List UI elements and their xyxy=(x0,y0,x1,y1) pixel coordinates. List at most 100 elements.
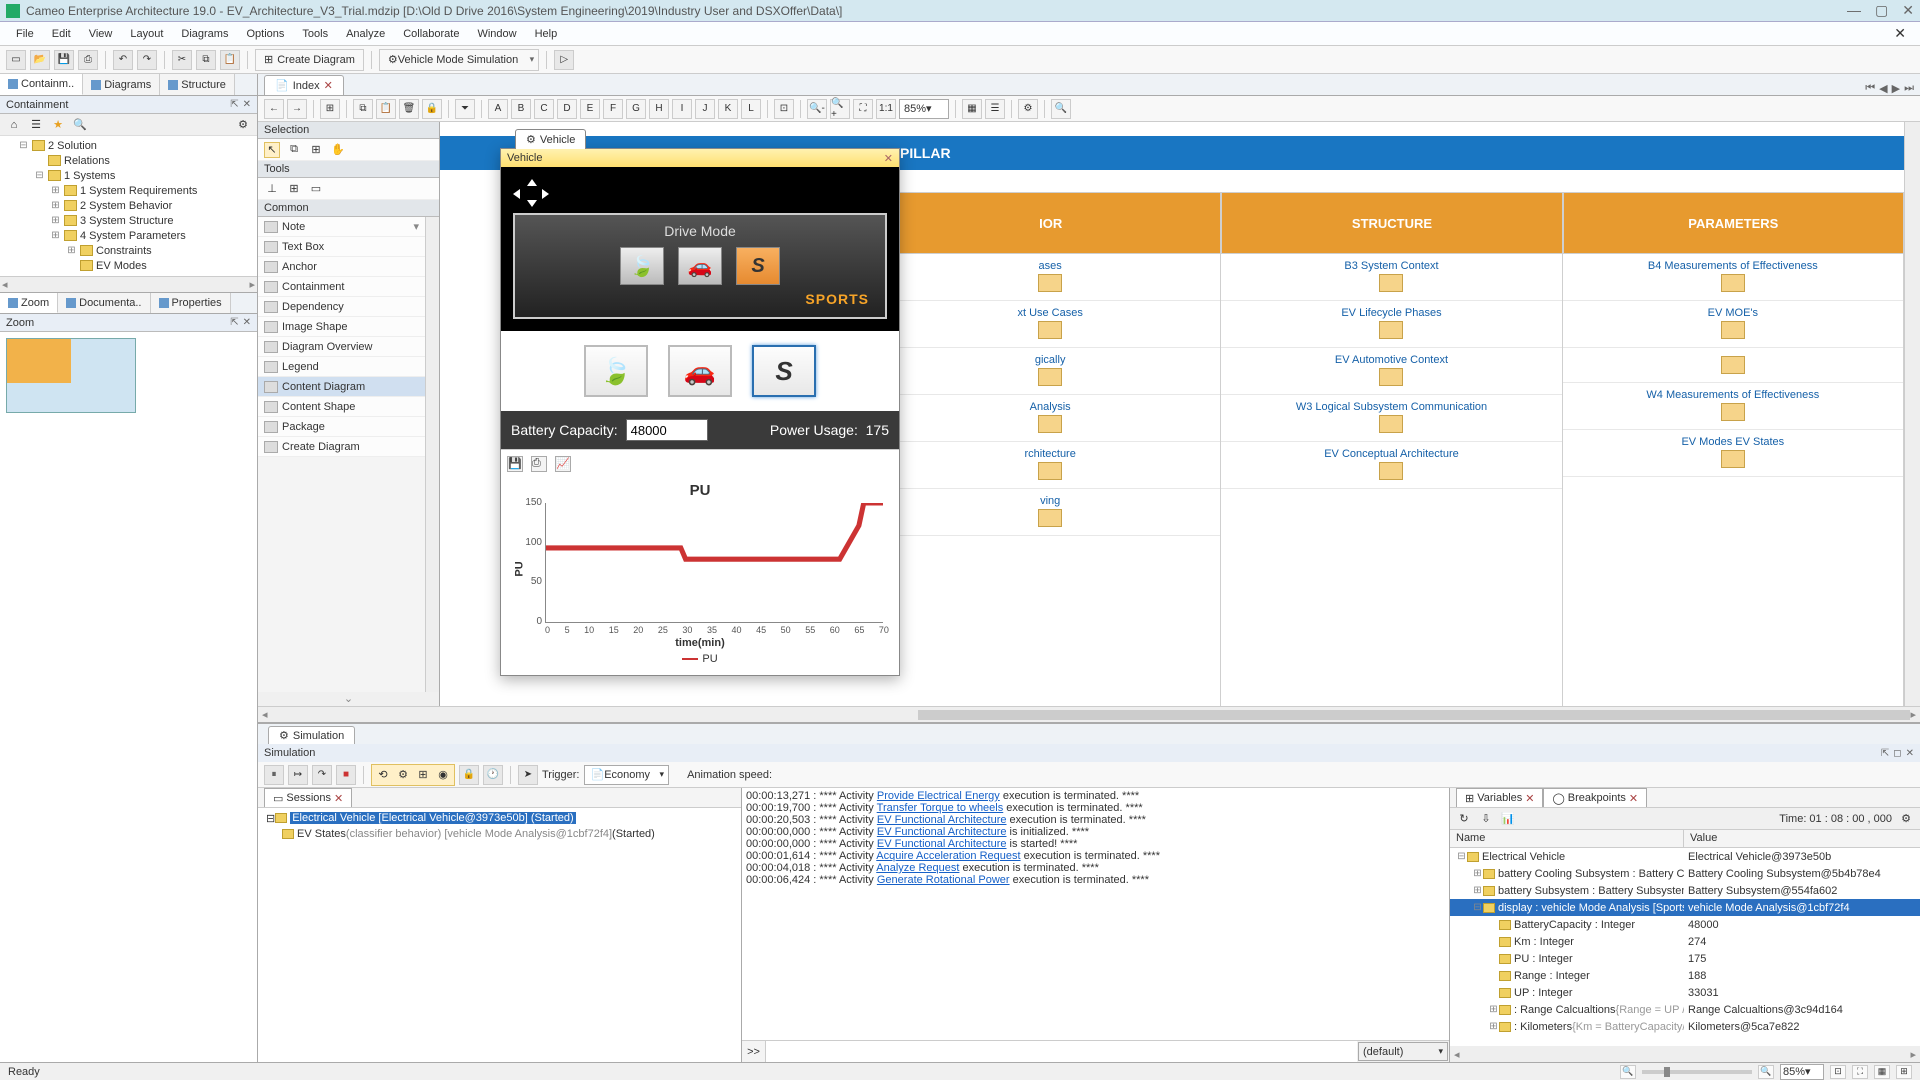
diagram-link[interactable]: ases xyxy=(880,254,1220,301)
vars-gear-icon[interactable]: ⚙ xyxy=(1898,811,1914,827)
mdi-close-icon[interactable]: ✕ xyxy=(1888,25,1912,42)
diagram-tab-index[interactable]: 📄 Index ✕ xyxy=(264,75,344,95)
diagram-link[interactable]: EV Automotive Context xyxy=(1221,348,1561,395)
nav-last-icon[interactable]: ⏭ xyxy=(1904,82,1914,95)
tree-item[interactable]: ⊞2 System Behavior xyxy=(0,198,257,213)
palette-item[interactable]: Containment xyxy=(258,277,425,297)
config-combo[interactable]: ⚙ Vehicle Mode Simulation xyxy=(379,49,539,71)
session-item[interactable]: EV States(classifier behavior) [vehicle … xyxy=(260,826,739,842)
sim-close-icon[interactable]: ✕ xyxy=(1906,748,1914,759)
sb-d-icon[interactable]: ⊞ xyxy=(1896,1065,1912,1079)
l-icon[interactable]: L xyxy=(741,99,761,119)
diagram-link[interactable]: EV Modes EV States xyxy=(1563,430,1903,477)
menu-edit[interactable]: Edit xyxy=(44,25,79,43)
zoom100-icon[interactable]: 1:1 xyxy=(876,99,896,119)
run-icon[interactable]: ▷ xyxy=(554,50,574,70)
vehicle-window[interactable]: ⚙ Vehicle Vehicle✕ Drive Mode 🍃 🚗 S xyxy=(500,148,900,676)
palette-item[interactable]: Image Shape xyxy=(258,317,425,337)
sb-a-icon[interactable]: ⊡ xyxy=(1830,1065,1846,1079)
del-icon[interactable]: 🗑 xyxy=(399,99,419,119)
zoom-pane[interactable] xyxy=(0,332,257,1062)
breakpoints-tab[interactable]: ◯ Breakpoints ✕ xyxy=(1543,788,1647,807)
vars-col-value[interactable]: Value xyxy=(1684,830,1920,847)
diagram-link[interactable]: B3 System Context xyxy=(1221,254,1561,301)
menu-collaborate[interactable]: Collaborate xyxy=(395,25,467,43)
stepover-icon[interactable]: ↷ xyxy=(312,765,332,785)
palette-item[interactable]: Content Diagram xyxy=(258,377,425,397)
lasso-icon[interactable]: ⊞ xyxy=(308,142,324,158)
console-output[interactable]: 00:00:13,271 : **** Activity Provide Ele… xyxy=(742,788,1449,1040)
menu-view[interactable]: View xyxy=(81,25,121,43)
variable-row[interactable]: BatteryCapacity : Integer48000 xyxy=(1450,916,1920,933)
fwd-icon[interactable]: → xyxy=(287,99,307,119)
trigger-combo[interactable]: 📄 Economy xyxy=(584,765,670,785)
tool1-icon[interactable]: ⊥ xyxy=(264,181,280,197)
star-icon[interactable]: ★ xyxy=(50,117,66,133)
open-icon[interactable]: 📂 xyxy=(30,50,50,70)
redo-icon[interactable]: ↷ xyxy=(137,50,157,70)
new-icon[interactable]: ▭ xyxy=(6,50,26,70)
zoom-slider[interactable] xyxy=(1642,1070,1752,1074)
f-icon[interactable]: F xyxy=(603,99,623,119)
status-zoom[interactable]: 85%▾ xyxy=(1780,1064,1824,1080)
palette-item[interactable]: Package xyxy=(258,417,425,437)
home-icon[interactable]: ⌂ xyxy=(6,117,22,133)
m-icon[interactable]: ⊡ xyxy=(774,99,794,119)
variable-row[interactable]: ⊞: Kilometers {Km = BatteryCapacity/PU}K… xyxy=(1450,1018,1920,1035)
tab-documentation[interactable]: Documenta.. xyxy=(58,293,150,313)
sb-c-icon[interactable]: ▦ xyxy=(1874,1065,1890,1079)
sessions-tab[interactable]: ▭ Sessions ✕ xyxy=(264,788,352,807)
paste2-icon[interactable]: 📋 xyxy=(376,99,396,119)
diagram-link[interactable]: W4 Measurements of Effectiveness xyxy=(1563,383,1903,430)
menu-help[interactable]: Help xyxy=(527,25,566,43)
diagram-link[interactable] xyxy=(1563,348,1903,383)
close-tab-icon[interactable]: ✕ xyxy=(324,79,333,92)
hand-icon[interactable]: ✋ xyxy=(330,142,346,158)
clock-icon[interactable]: 🕐 xyxy=(483,765,503,785)
menu-layout[interactable]: Layout xyxy=(122,25,171,43)
close-pane-icon[interactable]: ✕ xyxy=(243,99,251,110)
c-icon[interactable]: C xyxy=(534,99,554,119)
undo-icon[interactable]: ↶ xyxy=(113,50,133,70)
zoomout-icon[interactable]: 🔍- xyxy=(807,99,827,119)
eco-mode-button[interactable]: 🍃 xyxy=(584,345,648,397)
normal-mode-button[interactable]: 🚗 xyxy=(668,345,732,397)
nav-prev-icon[interactable]: ◀ xyxy=(1879,82,1887,95)
list-icon[interactable]: ☰ xyxy=(985,99,1005,119)
minimize-button[interactable]: — xyxy=(1847,2,1861,19)
vars-export-icon[interactable]: ⇩ xyxy=(1478,811,1494,827)
variable-row[interactable]: UP : Integer33031 xyxy=(1450,984,1920,1001)
variable-row[interactable]: PU : Integer175 xyxy=(1450,950,1920,967)
diagram-link[interactable]: EV MOE's xyxy=(1563,301,1903,348)
menu-analyze[interactable]: Analyze xyxy=(338,25,393,43)
gear-icon[interactable]: ⚙ xyxy=(235,117,251,133)
diagram-link[interactable]: Analysis xyxy=(880,395,1220,442)
pointer-icon[interactable]: ↖ xyxy=(264,142,280,158)
tree-item[interactable]: ⊟2 Solution xyxy=(0,138,257,153)
vars-chart-icon[interactable]: 📊 xyxy=(1500,811,1516,827)
k-icon[interactable]: K xyxy=(718,99,738,119)
variables-tab[interactable]: ⊞ Variables ✕ xyxy=(1456,788,1543,807)
variable-row[interactable]: Km : Integer274 xyxy=(1450,933,1920,950)
e-icon[interactable]: E xyxy=(580,99,600,119)
search-icon[interactable]: 🔍 xyxy=(1051,99,1071,119)
console-input[interactable] xyxy=(766,1041,1357,1062)
grid-icon[interactable]: ▦ xyxy=(962,99,982,119)
battery-input[interactable] xyxy=(626,419,708,441)
vehicle-close-icon[interactable]: ✕ xyxy=(884,152,893,165)
cut-icon[interactable]: ✂ xyxy=(172,50,192,70)
diagram-link[interactable]: EV Conceptual Architecture xyxy=(1221,442,1561,489)
variable-row[interactable]: Range : Integer188 xyxy=(1450,967,1920,984)
nav-next-icon[interactable]: ▶ xyxy=(1892,82,1900,95)
tab-containment[interactable]: Containm.. xyxy=(0,74,83,95)
palette-item[interactable]: Create Diagram xyxy=(258,437,425,457)
variable-row[interactable]: ⊞battery Cooling Subsystem : Battery Coo… xyxy=(1450,865,1920,882)
session-item[interactable]: ⊟Electrical Vehicle [Electrical Vehicle@… xyxy=(260,810,739,826)
palette-expand-icon[interactable]: ⌄ xyxy=(258,692,439,706)
diagram-link[interactable]: xt Use Cases xyxy=(880,301,1220,348)
tool2-icon[interactable]: ⊞ xyxy=(286,181,302,197)
saveall-icon[interactable]: ⎙ xyxy=(78,50,98,70)
sb-b-icon[interactable]: ⛶ xyxy=(1852,1065,1868,1079)
palette-item[interactable]: Legend xyxy=(258,357,425,377)
zoom-thumbnail[interactable] xyxy=(6,338,136,413)
